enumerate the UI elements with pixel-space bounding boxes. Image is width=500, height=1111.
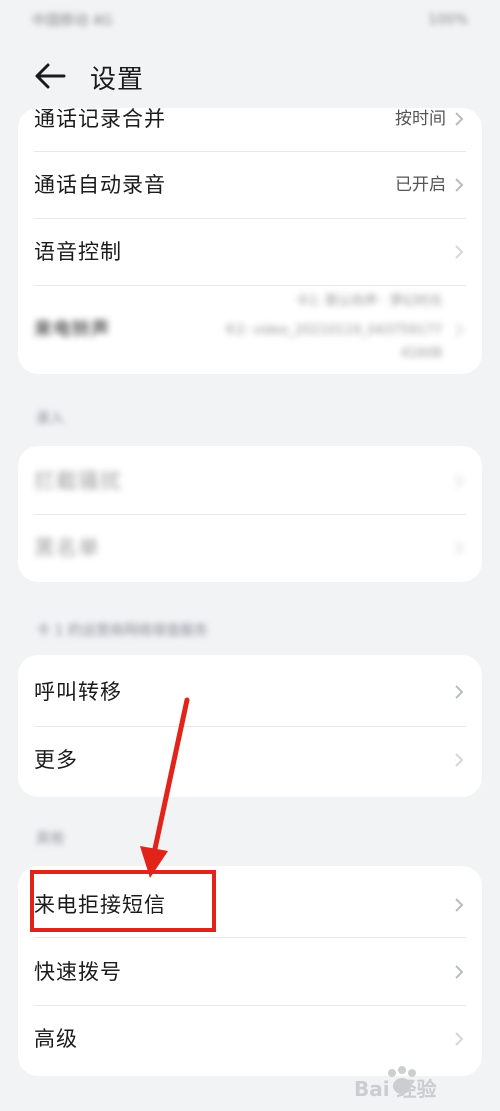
row-block-harass[interactable]: 拦截骚扰 xyxy=(18,448,482,514)
chevron-right-icon xyxy=(455,965,464,979)
row-value: 按时间 xyxy=(395,109,446,129)
row-more[interactable]: 更多 xyxy=(18,727,482,793)
chevron-right-icon xyxy=(455,685,464,699)
row-label: 通话自动录音 xyxy=(34,173,166,197)
chevron-right-icon xyxy=(455,178,464,192)
baidu-watermark: Bai 经验 xyxy=(336,1061,486,1101)
row-call-forwarding[interactable]: 呼叫转移 xyxy=(18,659,482,725)
ringtone-value-2: 卡2: video_20210119_043759177 xyxy=(223,323,442,338)
row-blacklist[interactable]: 黑名单 xyxy=(18,515,482,581)
chevron-right-icon xyxy=(455,541,464,555)
row-value: 已开启 xyxy=(395,175,446,195)
card-call-settings: 通话记录合并 按时间 通话自动录音 已开启 语音控制 来电铃声 卡1: 默认铃声… xyxy=(18,108,482,374)
card-block-settings: 拦截骚扰 黑名单 xyxy=(18,446,482,582)
watermark-text: Bai 经验 xyxy=(354,1077,437,1101)
row-label: 通话记录合并 xyxy=(34,108,166,131)
chevron-right-icon xyxy=(455,474,464,488)
row-ringtone[interactable]: 来电铃声 卡1: 默认铃声 · 梦幻时光 卡2: video_20210119_… xyxy=(18,286,482,374)
carrier-text: 中国移动 4G xyxy=(32,13,113,29)
section-title-entry: 录入 xyxy=(36,411,64,427)
row-label: 拦截骚扰 xyxy=(34,469,122,493)
row-label: 高级 xyxy=(34,1027,78,1051)
row-label: 来电铃声 xyxy=(34,319,110,340)
chevron-right-icon xyxy=(455,323,464,337)
row-speed-dial[interactable]: 快速拨号 xyxy=(18,939,482,1005)
card-carrier-services: 呼叫转移 更多 xyxy=(18,655,482,797)
row-label: 呼叫转移 xyxy=(34,680,122,704)
page-title: 设置 xyxy=(90,65,145,95)
section-title-carrier-services: 卡 1 的运营商网络增值服务 xyxy=(36,623,208,639)
section-title-other: 其他 xyxy=(36,831,64,847)
divider xyxy=(34,937,466,938)
ringtone-value-1: 卡1: 默认铃声 · 梦幻时光 xyxy=(295,294,442,309)
ringtone-value-3: 41608 xyxy=(400,346,442,361)
row-label: 快速拨号 xyxy=(34,960,122,984)
row-label: 黑名单 xyxy=(34,536,100,560)
row-voice-control[interactable]: 语音控制 xyxy=(18,219,482,285)
chevron-right-icon xyxy=(455,245,464,259)
battery-text: 100% xyxy=(427,12,468,28)
chevron-right-icon xyxy=(455,898,464,912)
row-auto-record[interactable]: 通话自动录音 已开启 xyxy=(18,152,482,218)
chevron-right-icon xyxy=(455,753,464,767)
highlight-box xyxy=(30,870,216,932)
back-arrow-icon[interactable] xyxy=(34,62,66,90)
app-header: 设置 xyxy=(0,48,500,104)
chevron-right-icon xyxy=(455,1032,464,1046)
row-label: 更多 xyxy=(34,748,78,772)
row-label: 语音控制 xyxy=(34,240,122,264)
status-bar: 中国移动 4G 100% xyxy=(0,0,500,40)
chevron-right-icon xyxy=(455,112,464,126)
row-call-log-merge[interactable]: 通话记录合并 按时间 xyxy=(18,108,482,152)
